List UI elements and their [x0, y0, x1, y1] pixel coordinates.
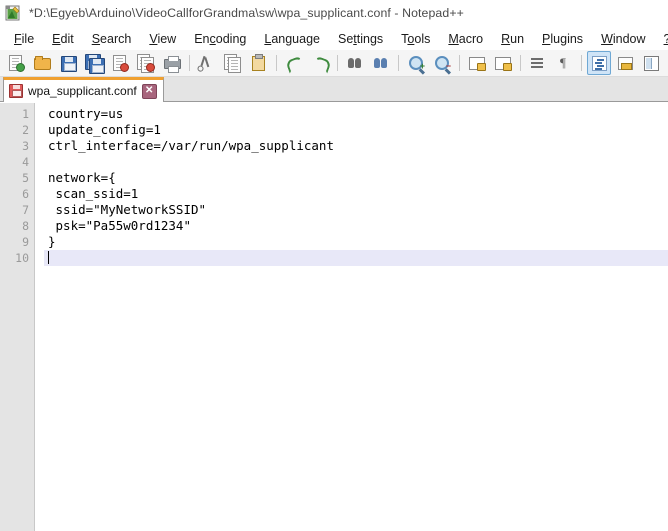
- menu-run[interactable]: Run: [492, 30, 533, 48]
- menu-tools[interactable]: Tools: [392, 30, 439, 48]
- menu-settings[interactable]: Settings: [329, 30, 392, 48]
- menu-search[interactable]: Search: [83, 30, 141, 48]
- toolbar-separator: [337, 55, 338, 71]
- sync-vertical-scroll-icon[interactable]: [465, 51, 489, 75]
- line-number: 3: [22, 139, 29, 153]
- cut-icon[interactable]: [195, 51, 219, 75]
- copy-icon[interactable]: [221, 51, 245, 75]
- replace-icon[interactable]: [369, 51, 393, 75]
- toolbar-separator: [189, 55, 190, 71]
- line-number: 5: [22, 171, 29, 185]
- text-caret: [48, 251, 49, 264]
- zoom-in-icon[interactable]: +: [404, 51, 428, 75]
- line-number: 4: [22, 155, 29, 169]
- title-bar: *D:\Egyeb\Arduino\VideoCallforGrandma\sw…: [0, 0, 668, 27]
- code-line[interactable]: [44, 154, 668, 170]
- open-file-icon[interactable]: [30, 51, 54, 75]
- close-file-icon[interactable]: [108, 51, 132, 75]
- tab-wpa-supplicant-conf[interactable]: wpa_supplicant.conf ✕: [3, 77, 164, 102]
- code-line[interactable]: ctrl_interface=/var/run/wpa_supplicant: [44, 138, 668, 154]
- line-number: 10: [15, 251, 29, 265]
- word-wrap-icon[interactable]: [526, 51, 550, 75]
- line-number: 6: [22, 187, 29, 201]
- close-all-icon[interactable]: [134, 51, 158, 75]
- toolbar-separator: [398, 55, 399, 71]
- line-number: 2: [22, 123, 29, 137]
- toolbar-separator: [581, 55, 582, 71]
- line-number: 7: [22, 203, 29, 217]
- zoom-out-icon[interactable]: −: [430, 51, 454, 75]
- user-defined-dialog-icon[interactable]: [613, 51, 637, 75]
- notepad-plus-plus-window: *D:\Egyeb\Arduino\VideoCallforGrandma\sw…: [0, 0, 668, 531]
- menu-edit[interactable]: Edit: [43, 30, 83, 48]
- menu-bar: File Edit Search View Encoding Language …: [0, 27, 668, 50]
- close-tab-icon[interactable]: ✕: [141, 83, 157, 99]
- code-line[interactable]: country=us: [44, 106, 668, 122]
- code-line[interactable]: ssid="MyNetworkSSID": [44, 202, 668, 218]
- print-icon[interactable]: [160, 51, 184, 75]
- redo-icon[interactable]: [308, 51, 332, 75]
- code-line[interactable]: [44, 250, 668, 266]
- show-all-characters-icon[interactable]: ¶: [552, 51, 576, 75]
- line-number: 1: [22, 107, 29, 121]
- toolbar: + − ¶: [0, 50, 668, 77]
- tab-label: wpa_supplicant.conf: [28, 84, 137, 98]
- menu-plugins[interactable]: Plugins: [533, 30, 592, 48]
- code-line[interactable]: update_config=1: [44, 122, 668, 138]
- menu-window[interactable]: Window: [592, 30, 654, 48]
- window-title: *D:\Egyeb\Arduino\VideoCallforGrandma\sw…: [29, 6, 464, 20]
- save-icon[interactable]: [56, 51, 80, 75]
- save-all-icon[interactable]: [82, 51, 106, 75]
- tab-bar: wpa_supplicant.conf ✕: [0, 77, 668, 102]
- line-number: 8: [22, 219, 29, 233]
- menu-view[interactable]: View: [140, 30, 185, 48]
- undo-icon[interactable]: [282, 51, 306, 75]
- sync-horizontal-scroll-icon[interactable]: [491, 51, 515, 75]
- menu-encoding[interactable]: Encoding: [185, 30, 255, 48]
- document-map-icon[interactable]: [639, 51, 663, 75]
- menu-help[interactable]: ?: [655, 30, 668, 48]
- new-file-icon[interactable]: [4, 51, 28, 75]
- code-line[interactable]: psk="Pa55w0rd1234": [44, 218, 668, 234]
- menu-macro[interactable]: Macro: [439, 30, 492, 48]
- line-number-gutter: 1 2 3 4 5 6 7 8 9 10: [0, 103, 34, 531]
- toolbar-separator: [520, 55, 521, 71]
- code-line[interactable]: scan_ssid=1: [44, 186, 668, 202]
- code-text-area[interactable]: country=us update_config=1 ctrl_interface=…: [44, 103, 668, 531]
- line-number: 9: [22, 235, 29, 249]
- paste-icon[interactable]: [247, 51, 271, 75]
- menu-language[interactable]: Language: [255, 30, 329, 48]
- toolbar-separator: [459, 55, 460, 71]
- find-icon[interactable]: [343, 51, 367, 75]
- menu-file[interactable]: File: [5, 30, 43, 48]
- code-line[interactable]: network={: [44, 170, 668, 186]
- unsaved-floppy-icon: [9, 84, 23, 98]
- fold-margin[interactable]: [34, 103, 44, 531]
- editor-area[interactable]: 1 2 3 4 5 6 7 8 9 10 country=us update_config=1 ctr…: [0, 102, 668, 531]
- toolbar-separator: [276, 55, 277, 71]
- code-line[interactable]: }: [44, 234, 668, 250]
- notepad-plus-plus-icon: [5, 5, 22, 22]
- indent-guide-icon[interactable]: [587, 51, 611, 75]
